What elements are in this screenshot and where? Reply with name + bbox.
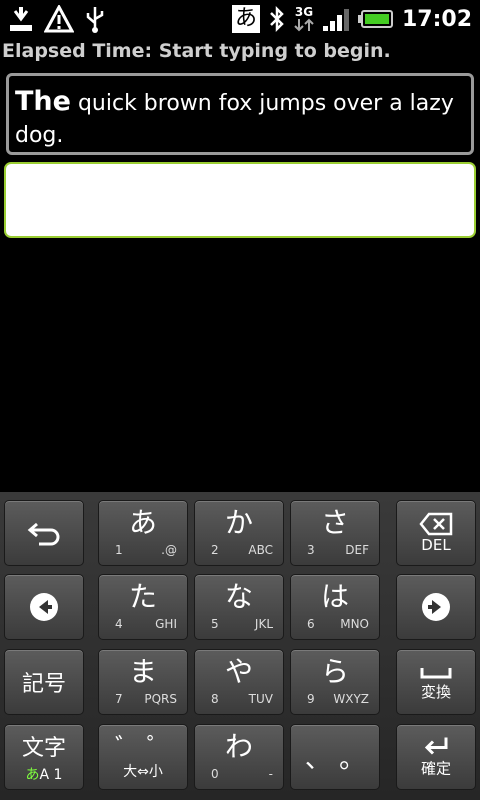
prompt-text-box: The quick brown fox jumps over a lazy do… [6,73,474,155]
key-kana: あ [128,506,157,539]
key-letters: ABC [248,543,273,557]
key-letters: MNO [340,617,369,631]
elapsed-time: Elapsed Time: Start typing to begin. [2,40,391,62]
arrow-left-icon [5,592,83,622]
undo-key[interactable] [4,500,84,566]
kana-key-ra[interactable]: ら 9 WXYZ [290,649,380,715]
key-number: 9 [307,692,315,706]
symbol-label: 記号 [21,672,66,697]
usb-icon [84,5,106,33]
kana-key-ma[interactable]: ま 7 PQRS [98,649,188,715]
key-kana: か [224,506,253,539]
key-number: 5 [211,617,219,631]
convert-label: 変換 [420,683,451,701]
key-kana: わ [224,730,253,763]
key-kana: は [320,580,349,613]
cursor-right-key[interactable] [396,574,476,640]
bluetooth-icon [268,5,286,33]
key-letters: .@ [161,543,177,557]
key-letters: DEF [345,543,369,557]
key-number: 8 [211,692,219,706]
key-number: 3 [307,543,315,557]
symbol-key[interactable]: 記号 [4,649,84,715]
delete-key[interactable]: DEL [396,500,476,566]
key-letters: - [268,767,273,781]
typing-input[interactable] [4,162,476,238]
undo-icon [5,520,83,546]
kana-key-wa[interactable]: わ 0 - [194,724,284,790]
status-right: あ 3G 17:02 [231,3,472,35]
delete-label: DEL [421,536,451,554]
cursor-left-key[interactable] [4,574,84,640]
key-number: 2 [211,543,219,557]
key-letters: GHI [155,617,177,631]
dakuten-label: ゛ ゜ [115,733,171,761]
network-label: 3G [294,5,314,19]
key-letters: WXYZ [333,692,369,706]
warning-icon [44,5,74,33]
punctuation-key[interactable]: 、 。 [290,724,380,790]
input-mode-key[interactable]: 文字 あA 1 [4,724,84,790]
key-kana: ま [128,655,157,688]
punctuation-label: 、 。 [304,744,366,775]
japanese-keyboard: あ 1 .@ か 2 ABC さ 3 DEF DEL た 4 GHI な 5 J… [0,492,480,800]
key-kana: な [224,580,253,613]
key-kana: や [224,655,253,688]
dakuten-key[interactable]: ゛ ゜ 大⇔小 [98,724,188,790]
enter-label: 確定 [420,759,451,778]
key-kana: た [128,580,157,613]
ime-indicator: あ [231,5,260,33]
key-number: 0 [211,767,219,781]
space-icon [419,662,453,681]
status-bar: あ 3G 17:02 [0,0,480,38]
network-type: 3G [294,6,314,32]
input-mode-others: A 1 [39,767,63,783]
signal-icon [322,6,350,32]
key-number: 4 [115,617,123,631]
download-icon [8,5,34,33]
key-number: 6 [307,617,315,631]
kana-key-ya[interactable]: や 8 TUV [194,649,284,715]
prompt-current-word: The [15,86,71,117]
backspace-icon [419,512,453,536]
status-left [8,4,106,34]
input-mode-current: あ [25,767,40,783]
kana-key-ka[interactable]: か 2 ABC [194,500,284,566]
key-number: 7 [115,692,123,706]
kana-key-sa[interactable]: さ 3 DEF [290,500,380,566]
prompt-remaining-text: quick brown fox jumps over a lazy dog. [15,91,454,148]
kana-key-a[interactable]: あ 1 .@ [98,500,188,566]
enter-icon [422,736,450,755]
enter-key[interactable]: 確定 [396,724,476,790]
size-toggle-label: 大⇔小 [123,764,163,780]
input-mode-label: 文字 [21,736,66,761]
clock: 17:02 [401,6,472,32]
arrow-right-icon [397,592,475,622]
kana-key-ha[interactable]: は 6 MNO [290,574,380,640]
key-letters: PQRS [144,692,177,706]
key-kana: ら [320,655,349,688]
key-letters: JKL [254,617,273,631]
key-kana: さ [320,506,349,539]
convert-key[interactable]: 変換 [396,649,476,715]
kana-key-na[interactable]: な 5 JKL [194,574,284,640]
key-letters: TUV [248,692,273,706]
kana-key-ta[interactable]: た 4 GHI [98,574,188,640]
key-number: 1 [115,543,123,557]
battery-icon [357,9,394,30]
